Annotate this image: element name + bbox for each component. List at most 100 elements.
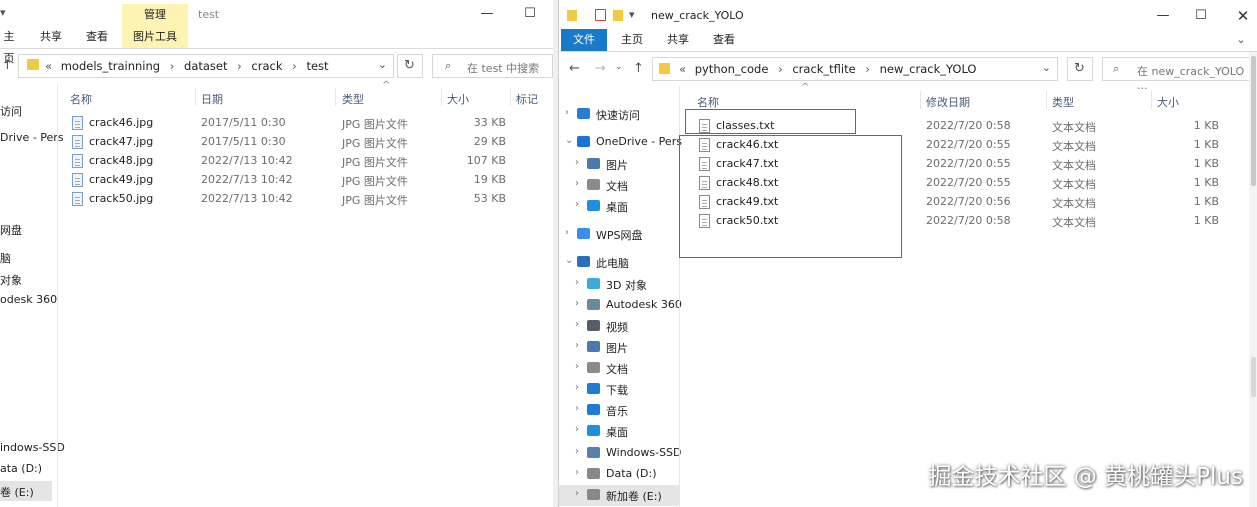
chevron-right-icon[interactable]: › (575, 298, 585, 309)
search-input[interactable]: ⌕ 在 new_crack_YOLO ... (1102, 57, 1250, 92)
nav-item[interactable]: › 新加卷 (E:) (559, 485, 679, 506)
overflow-chevron-icon[interactable]: « (679, 62, 686, 76)
nav-item[interactable]: ⌄ OneDrive - Pers (559, 132, 682, 153)
chevron-down-icon[interactable]: ⌄ (1042, 61, 1051, 74)
nav-item[interactable]: odesk 360 (0, 293, 57, 306)
nav-item[interactable]: › 下载 (559, 379, 679, 400)
tab-picture-tools[interactable]: 图片工具 (122, 26, 188, 48)
table-row[interactable]: crack46.jpg 2017/5/11 0:30 JPG 图片文件 33 KB (60, 114, 550, 133)
nav-item[interactable]: › Autodesk 360 (559, 295, 682, 316)
nav-item[interactable]: ata (D:) (0, 462, 42, 475)
column-header-date[interactable]: 修改日期 (926, 94, 970, 110)
chevron-right-icon[interactable]: › (575, 361, 585, 372)
maximize-icon[interactable]: ☐ (1187, 6, 1215, 26)
chevron-right-icon[interactable]: › (575, 340, 585, 351)
table-row[interactable]: crack47.jpg 2017/5/11 0:30 JPG 图片文件 29 KB (60, 133, 550, 152)
column-header-name[interactable]: 名称 (697, 94, 719, 110)
column-header-type[interactable]: 类型 (342, 91, 364, 107)
nav-item[interactable]: › 图片 (559, 337, 679, 358)
tab-file[interactable]: 文件 (561, 29, 607, 51)
forward-arrow-icon[interactable]: → (595, 61, 606, 76)
chevron-right-icon[interactable]: › (575, 424, 585, 435)
address-bar[interactable]: « python_code › crack_tflite › new_crack… (652, 57, 1058, 81)
nav-item[interactable]: › 文档 (559, 358, 679, 379)
scrollbar-thumb[interactable] (1251, 56, 1256, 186)
tab-view[interactable]: 查看 (709, 29, 739, 51)
nav-item[interactable]: 脑 (0, 250, 11, 266)
column-header-tags[interactable]: 标记 (516, 91, 538, 107)
breadcrumb-item[interactable]: models_trainning (61, 59, 160, 73)
nav-item[interactable]: › 音乐 (559, 400, 679, 421)
breadcrumb-item[interactable]: python_code (695, 62, 769, 76)
nav-item[interactable]: › Windows-SSD (559, 443, 682, 464)
nav-item[interactable]: › 快速访问 (559, 104, 679, 125)
tab-home[interactable]: 主页 (617, 29, 647, 51)
column-header-name[interactable]: 名称 (70, 91, 92, 107)
chevron-right-icon[interactable]: › (565, 227, 575, 238)
scrollbar-thumb[interactable] (1251, 357, 1256, 397)
address-bar[interactable]: « models_trainning › dataset › crack › t… (18, 54, 394, 78)
nav-item[interactable]: Drive - Pers (0, 131, 64, 144)
breadcrumb-item[interactable]: new_crack_YOLO (880, 62, 977, 76)
nav-item[interactable]: 访问 (0, 103, 22, 119)
search-input[interactable]: ⌕ 在 test 中搜索 (432, 54, 553, 78)
table-row[interactable]: crack48.jpg 2022/7/13 10:42 JPG 图片文件 107 KB (60, 152, 550, 171)
chevron-right-icon[interactable]: › (575, 157, 585, 168)
properties-icon[interactable] (595, 9, 606, 21)
nav-item[interactable]: › 视频 (559, 316, 679, 337)
chevron-right-icon[interactable]: › (575, 488, 585, 499)
chevron-right-icon[interactable]: › (565, 107, 575, 118)
tab-share[interactable]: 共享 (34, 26, 68, 48)
chevron-right-icon[interactable]: › (575, 199, 585, 210)
chevron-down-icon[interactable]: ⌄ (565, 135, 575, 146)
nav-item[interactable]: › Data (D:) (559, 464, 679, 485)
recent-locations-chevron-icon[interactable]: ⌄ (615, 62, 623, 72)
nav-item[interactable]: › 文档 (559, 175, 679, 196)
maximize-icon[interactable]: ☐ (516, 4, 544, 24)
quick-access-chevron-icon[interactable]: ▾ (0, 6, 6, 19)
tab-home[interactable]: 主页 (0, 26, 18, 65)
chevron-right-icon[interactable]: › (575, 403, 585, 414)
up-arrow-icon[interactable]: ↑ (2, 58, 13, 73)
breadcrumb-item[interactable]: crack (251, 59, 282, 73)
nav-item[interactable]: › 桌面 (559, 196, 679, 217)
minimize-icon[interactable]: — (473, 4, 501, 24)
chevron-down-icon[interactable]: ⌄ (565, 255, 575, 266)
nav-item[interactable]: ⌄ 此电脑 (559, 252, 679, 273)
nav-item[interactable]: › 桌面 (559, 421, 679, 442)
chevron-right-icon[interactable]: › (575, 382, 585, 393)
close-icon[interactable]: ✕ (1229, 6, 1257, 26)
chevron-right-icon[interactable]: › (575, 446, 585, 457)
nav-item-selected[interactable]: 卷 (E:) (0, 481, 52, 501)
nav-item[interactable]: indows-SSD (0, 441, 65, 454)
nav-item[interactable]: › 图片 (559, 154, 679, 175)
chevron-right-icon[interactable]: › (575, 319, 585, 330)
refresh-button[interactable]: ↻ (1067, 57, 1093, 81)
breadcrumb-item[interactable]: crack_tflite (792, 62, 855, 76)
nav-item[interactable]: › WPS网盘 (559, 224, 679, 245)
overflow-chevron-icon[interactable]: « (45, 59, 52, 73)
nav-item[interactable]: › 3D 对象 (559, 274, 679, 295)
nav-item[interactable]: 网盘 (0, 222, 22, 238)
tab-share[interactable]: 共享 (663, 29, 693, 51)
nav-item[interactable]: 对象 (0, 272, 22, 288)
quick-access-chevron-icon[interactable]: ▾ (629, 8, 635, 21)
chevron-right-icon[interactable]: › (575, 178, 585, 189)
expand-ribbon-chevron-icon[interactable]: ⌄ (1231, 29, 1251, 51)
table-row[interactable]: crack50.jpg 2022/7/13 10:42 JPG 图片文件 53 KB (60, 190, 550, 209)
chevron-down-icon[interactable]: ⌄ (378, 58, 387, 71)
table-row[interactable]: crack49.jpg 2022/7/13 10:42 JPG 图片文件 19 KB (60, 171, 550, 190)
breadcrumb-item[interactable]: dataset (184, 59, 227, 73)
back-arrow-icon[interactable]: ← (569, 61, 580, 76)
breadcrumb-item[interactable]: test (306, 59, 328, 73)
tab-manage[interactable]: 管理 (122, 4, 188, 26)
column-header-size[interactable]: 大小 (447, 91, 469, 107)
column-header-date[interactable]: 日期 (201, 91, 223, 107)
new-folder-icon[interactable] (613, 10, 623, 21)
up-arrow-icon[interactable]: ↑ (633, 61, 644, 76)
chevron-right-icon[interactable]: › (575, 467, 585, 478)
tab-view[interactable]: 查看 (80, 26, 114, 48)
refresh-button[interactable]: ↻ (397, 54, 423, 78)
column-header-type[interactable]: 类型 (1052, 94, 1074, 110)
chevron-right-icon[interactable]: › (575, 277, 585, 288)
